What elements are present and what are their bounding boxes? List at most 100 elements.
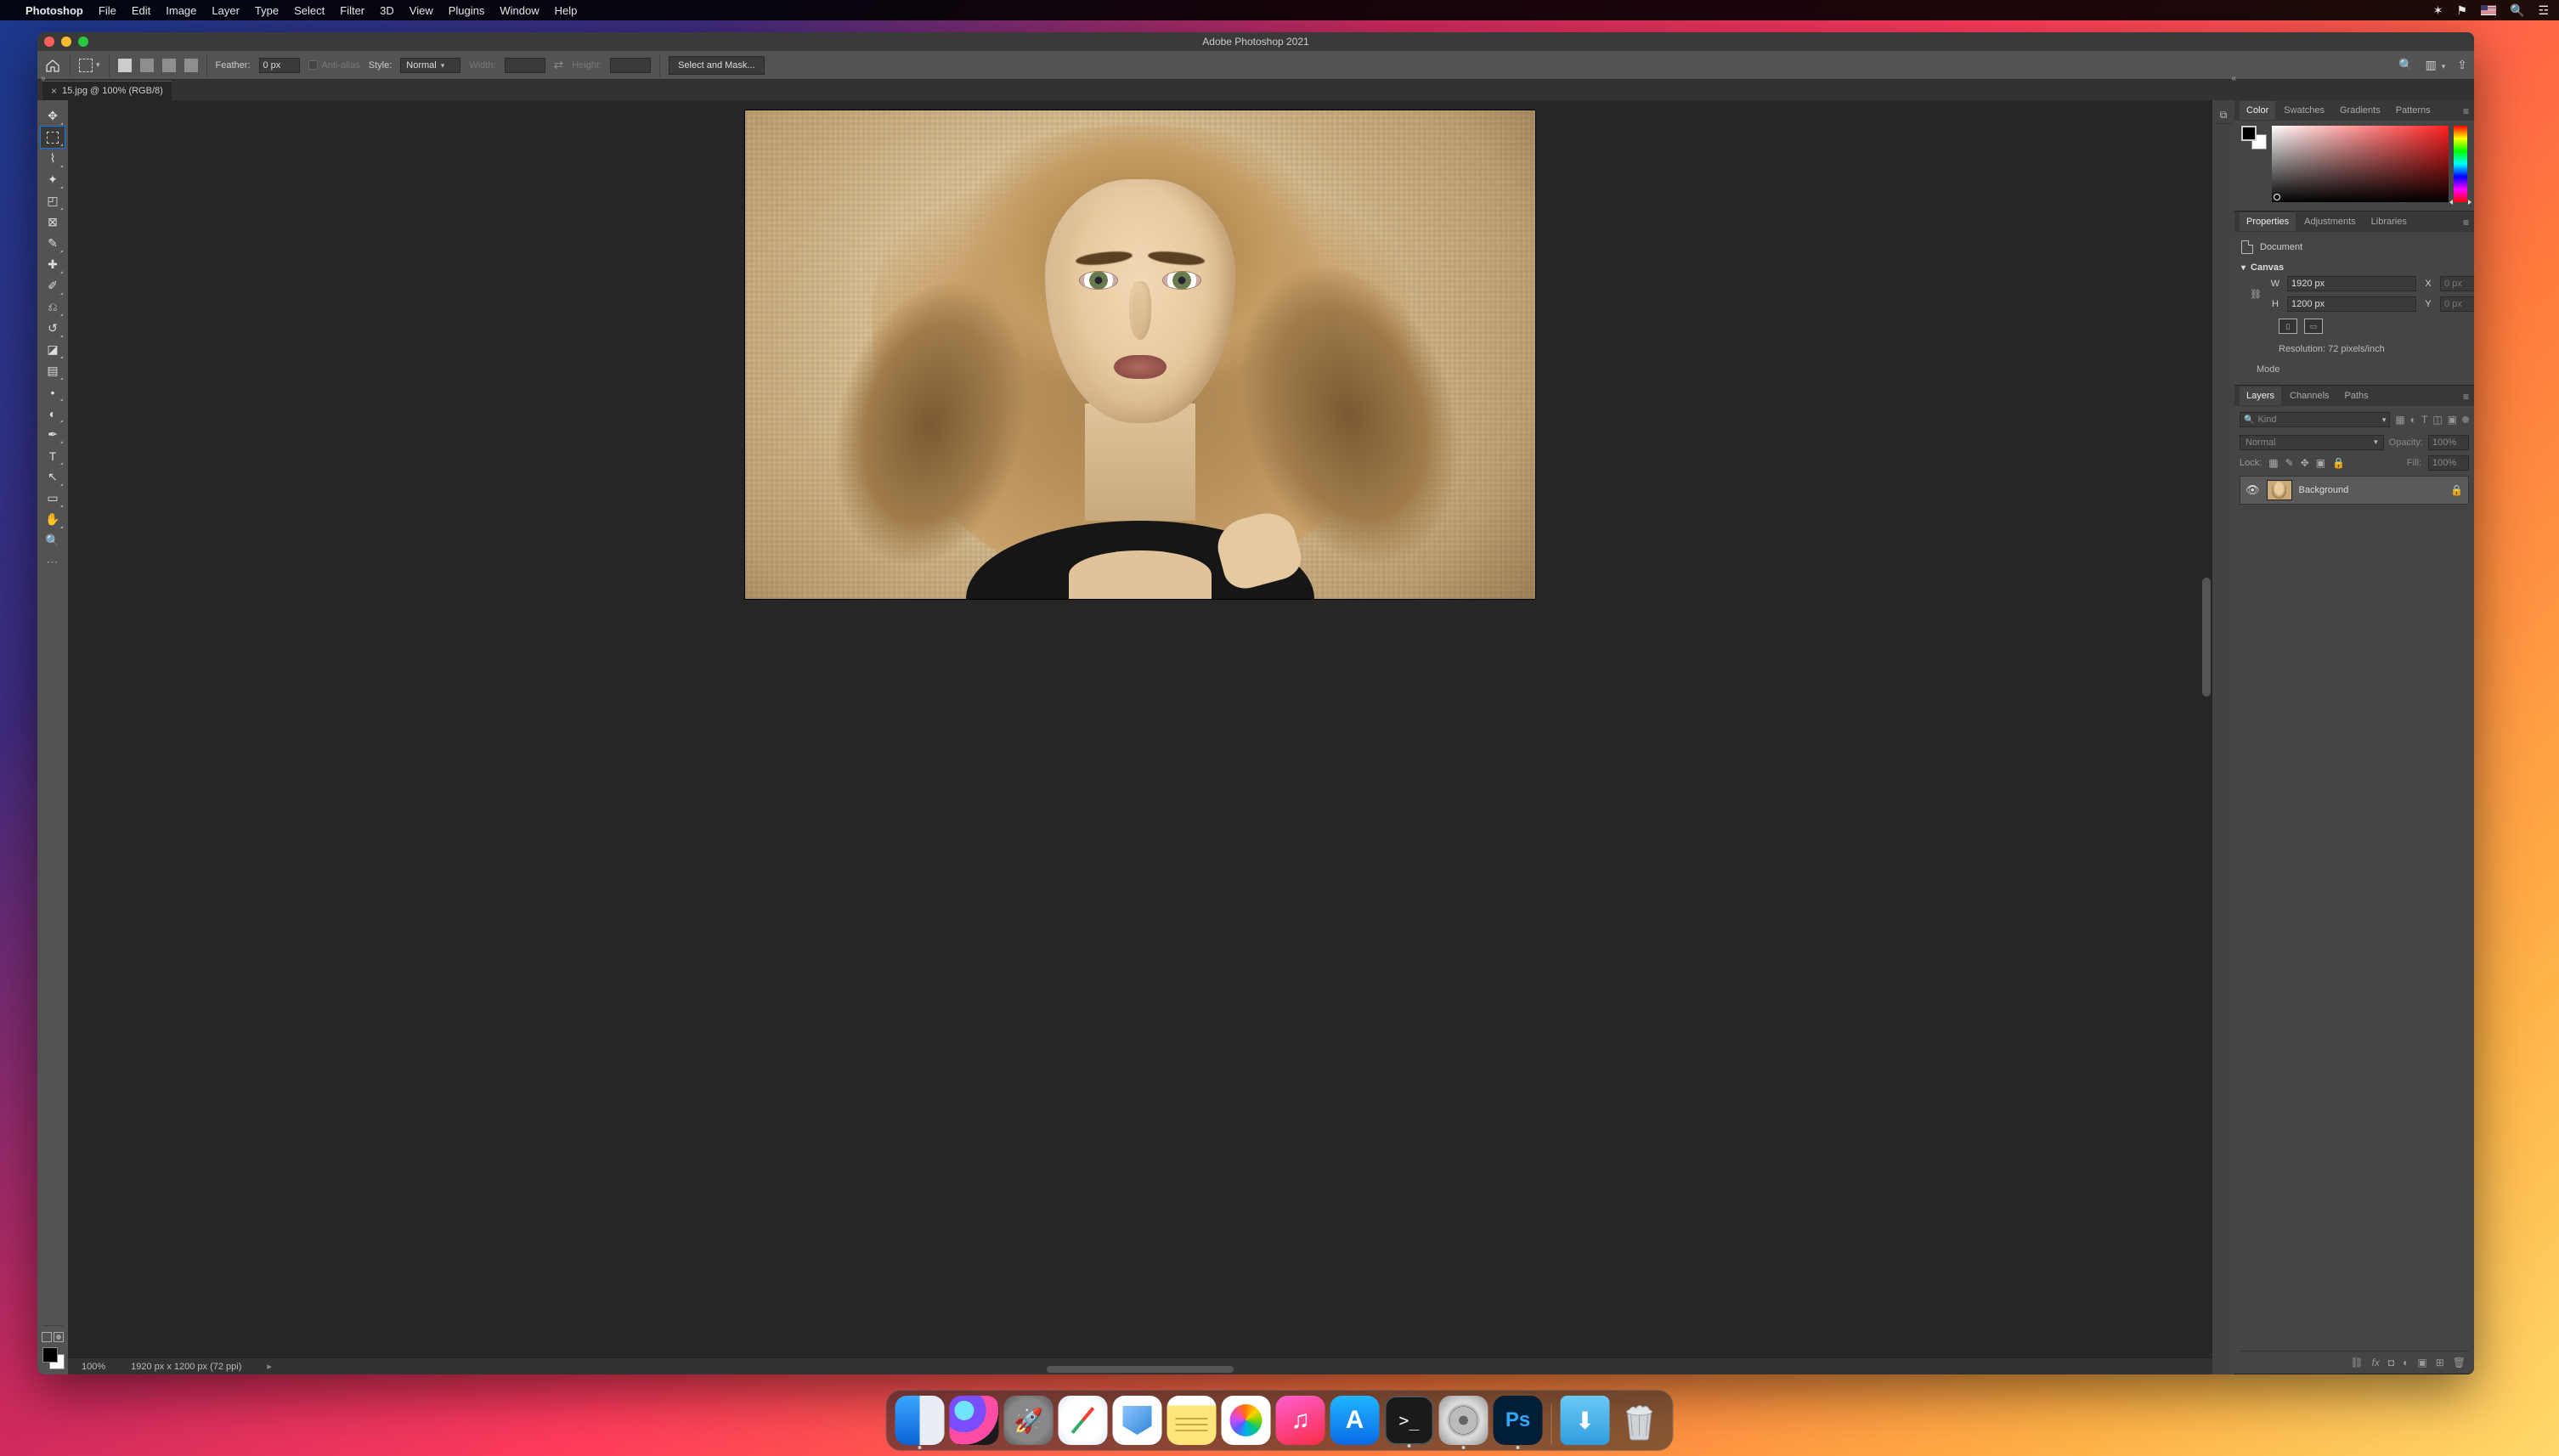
menu-filter[interactable]: Filter: [340, 4, 364, 17]
color-field[interactable]: [2272, 126, 2449, 202]
style-select[interactable]: Normal ▾: [400, 58, 460, 73]
quick-mask-toggle[interactable]: [42, 1332, 64, 1342]
move-tool[interactable]: ✥: [41, 105, 65, 127]
layer-filter-kind[interactable]: 🔍 Kind ▾: [2240, 412, 2390, 427]
canvas-height-input[interactable]: [2287, 296, 2416, 312]
marquee-tool[interactable]: [41, 127, 65, 148]
dock-siri[interactable]: [950, 1396, 999, 1445]
control-center-icon[interactable]: ☲: [2538, 3, 2549, 18]
orientation-portrait-icon[interactable]: ▯: [2279, 319, 2297, 334]
quick-select-tool[interactable]: ✦: [41, 169, 65, 190]
dock-settings[interactable]: [1439, 1396, 1489, 1445]
selection-new-icon[interactable]: [118, 59, 132, 72]
zoom-window-button[interactable]: [78, 37, 88, 47]
hand-tool[interactable]: ✋: [41, 509, 65, 530]
tab-libraries[interactable]: Libraries: [2364, 212, 2414, 231]
filter-toggle[interactable]: [2462, 416, 2469, 423]
tab-color[interactable]: Color: [2240, 101, 2275, 120]
layer-name[interactable]: Background: [2299, 485, 2444, 495]
gradient-tool[interactable]: ▤: [41, 360, 65, 381]
dock-finder[interactable]: [895, 1396, 945, 1445]
workspace-switcher-icon[interactable]: ▥ ▾: [2426, 58, 2446, 72]
close-tab-icon[interactable]: ×: [51, 85, 57, 97]
feather-input[interactable]: [259, 58, 300, 73]
home-button[interactable]: [44, 58, 61, 73]
status-flyout-icon[interactable]: ▸: [267, 1361, 272, 1372]
add-mask-icon[interactable]: ◘: [2388, 1357, 2394, 1369]
selection-add-icon[interactable]: [140, 59, 154, 72]
app-menu[interactable]: Photoshop: [25, 4, 83, 17]
eraser-tool[interactable]: ◪: [41, 339, 65, 360]
tab-channels[interactable]: Channels: [2283, 387, 2336, 405]
filter-type-icon[interactable]: T: [2421, 414, 2427, 426]
document-tab[interactable]: × 15.jpg @ 100% (RGB/8): [42, 81, 172, 100]
pen-tool[interactable]: ✒: [41, 424, 65, 445]
menu-plugins[interactable]: Plugins: [449, 4, 485, 17]
lock-artboard-icon[interactable]: ▣: [2316, 457, 2325, 469]
input-source-icon[interactable]: [2481, 5, 2496, 15]
dock-appstore[interactable]: [1330, 1396, 1380, 1445]
cc-status-icon[interactable]: ✶: [2433, 3, 2443, 18]
select-and-mask-button[interactable]: Select and Mask...: [669, 56, 765, 75]
filter-pixel-icon[interactable]: ▦: [2395, 414, 2404, 426]
search-icon[interactable]: 🔍: [2398, 58, 2413, 72]
minimize-window-button[interactable]: [61, 37, 71, 47]
orientation-landscape-icon[interactable]: ▭: [2304, 319, 2323, 334]
dock-downloads[interactable]: ⬇: [1561, 1396, 1610, 1445]
menu-file[interactable]: File: [99, 4, 116, 17]
layer-fx-icon[interactable]: fx: [2372, 1357, 2380, 1369]
filter-adjust-icon[interactable]: ◐: [2410, 414, 2416, 426]
delete-layer-icon[interactable]: 🗑: [2453, 1357, 2466, 1369]
close-window-button[interactable]: [44, 37, 54, 47]
lock-all-icon[interactable]: 🔒: [2332, 457, 2345, 469]
zoom-level[interactable]: 100%: [82, 1362, 105, 1372]
canvas-section-header[interactable]: ▾ Canvas: [2241, 257, 2467, 276]
brush-tool[interactable]: ✐: [41, 275, 65, 296]
menu-layer[interactable]: Layer: [212, 4, 240, 17]
layer-visibility-icon[interactable]: 👁: [2245, 483, 2260, 497]
panel-menu-icon[interactable]: ≡: [2463, 391, 2469, 403]
dock-safari[interactable]: [1059, 1396, 1108, 1445]
link-layers-icon[interactable]: ⛓: [2350, 1357, 2363, 1369]
dock-trash[interactable]: [1615, 1396, 1664, 1445]
new-group-icon[interactable]: ▣: [2417, 1357, 2426, 1369]
canvas-width-input[interactable]: [2287, 276, 2416, 291]
dock-photoshop[interactable]: [1494, 1396, 1543, 1445]
tab-properties[interactable]: Properties: [2240, 212, 2296, 231]
frame-tool[interactable]: ⊠: [41, 212, 65, 233]
dodge-tool[interactable]: ◐: [41, 403, 65, 424]
menu-3d[interactable]: 3D: [380, 4, 394, 17]
foreground-background-swatch[interactable]: [41, 1346, 65, 1369]
lasso-tool[interactable]: ⌇: [41, 148, 65, 169]
spotlight-icon[interactable]: 🔍: [2510, 3, 2524, 18]
share-icon[interactable]: ⇪: [2457, 58, 2467, 72]
crop-tool[interactable]: ◰: [41, 190, 65, 212]
layer-row[interactable]: 👁 Background 🔒: [2240, 476, 2469, 505]
zoom-tool[interactable]: 🔍: [41, 530, 65, 551]
clone-stamp-tool[interactable]: ⎌: [41, 296, 65, 318]
layer-thumbnail[interactable]: [2267, 480, 2292, 500]
tab-layers[interactable]: Layers: [2240, 387, 2281, 405]
tab-patterns[interactable]: Patterns: [2389, 101, 2438, 120]
healing-brush-tool[interactable]: ✚: [41, 254, 65, 275]
menu-view[interactable]: View: [410, 4, 433, 17]
menu-image[interactable]: Image: [166, 4, 196, 17]
shape-tool[interactable]: ▭: [41, 488, 65, 509]
link-dimensions-icon[interactable]: ⛓: [2248, 289, 2263, 300]
dock-launchpad[interactable]: 🚀: [1004, 1396, 1054, 1445]
horizontal-scrollbar[interactable]: [1047, 1366, 1234, 1373]
tab-adjustments[interactable]: Adjustments: [2297, 212, 2363, 231]
dock-terminal[interactable]: [1385, 1396, 1434, 1445]
panel-menu-icon[interactable]: ≡: [2463, 217, 2469, 229]
eyedropper-tool[interactable]: ✎: [41, 233, 65, 254]
dock-photos[interactable]: [1222, 1396, 1271, 1445]
menu-window[interactable]: Window: [500, 4, 539, 17]
current-tool-icon[interactable]: ▾: [79, 59, 100, 72]
menu-edit[interactable]: Edit: [132, 4, 150, 17]
path-select-tool[interactable]: ↖: [41, 466, 65, 488]
menu-type[interactable]: Type: [255, 4, 279, 17]
document-canvas[interactable]: [745, 110, 1535, 599]
new-layer-icon[interactable]: ⊞: [2436, 1357, 2444, 1369]
blur-tool[interactable]: •: [41, 381, 65, 403]
filter-smart-icon[interactable]: ▣: [2448, 414, 2457, 426]
